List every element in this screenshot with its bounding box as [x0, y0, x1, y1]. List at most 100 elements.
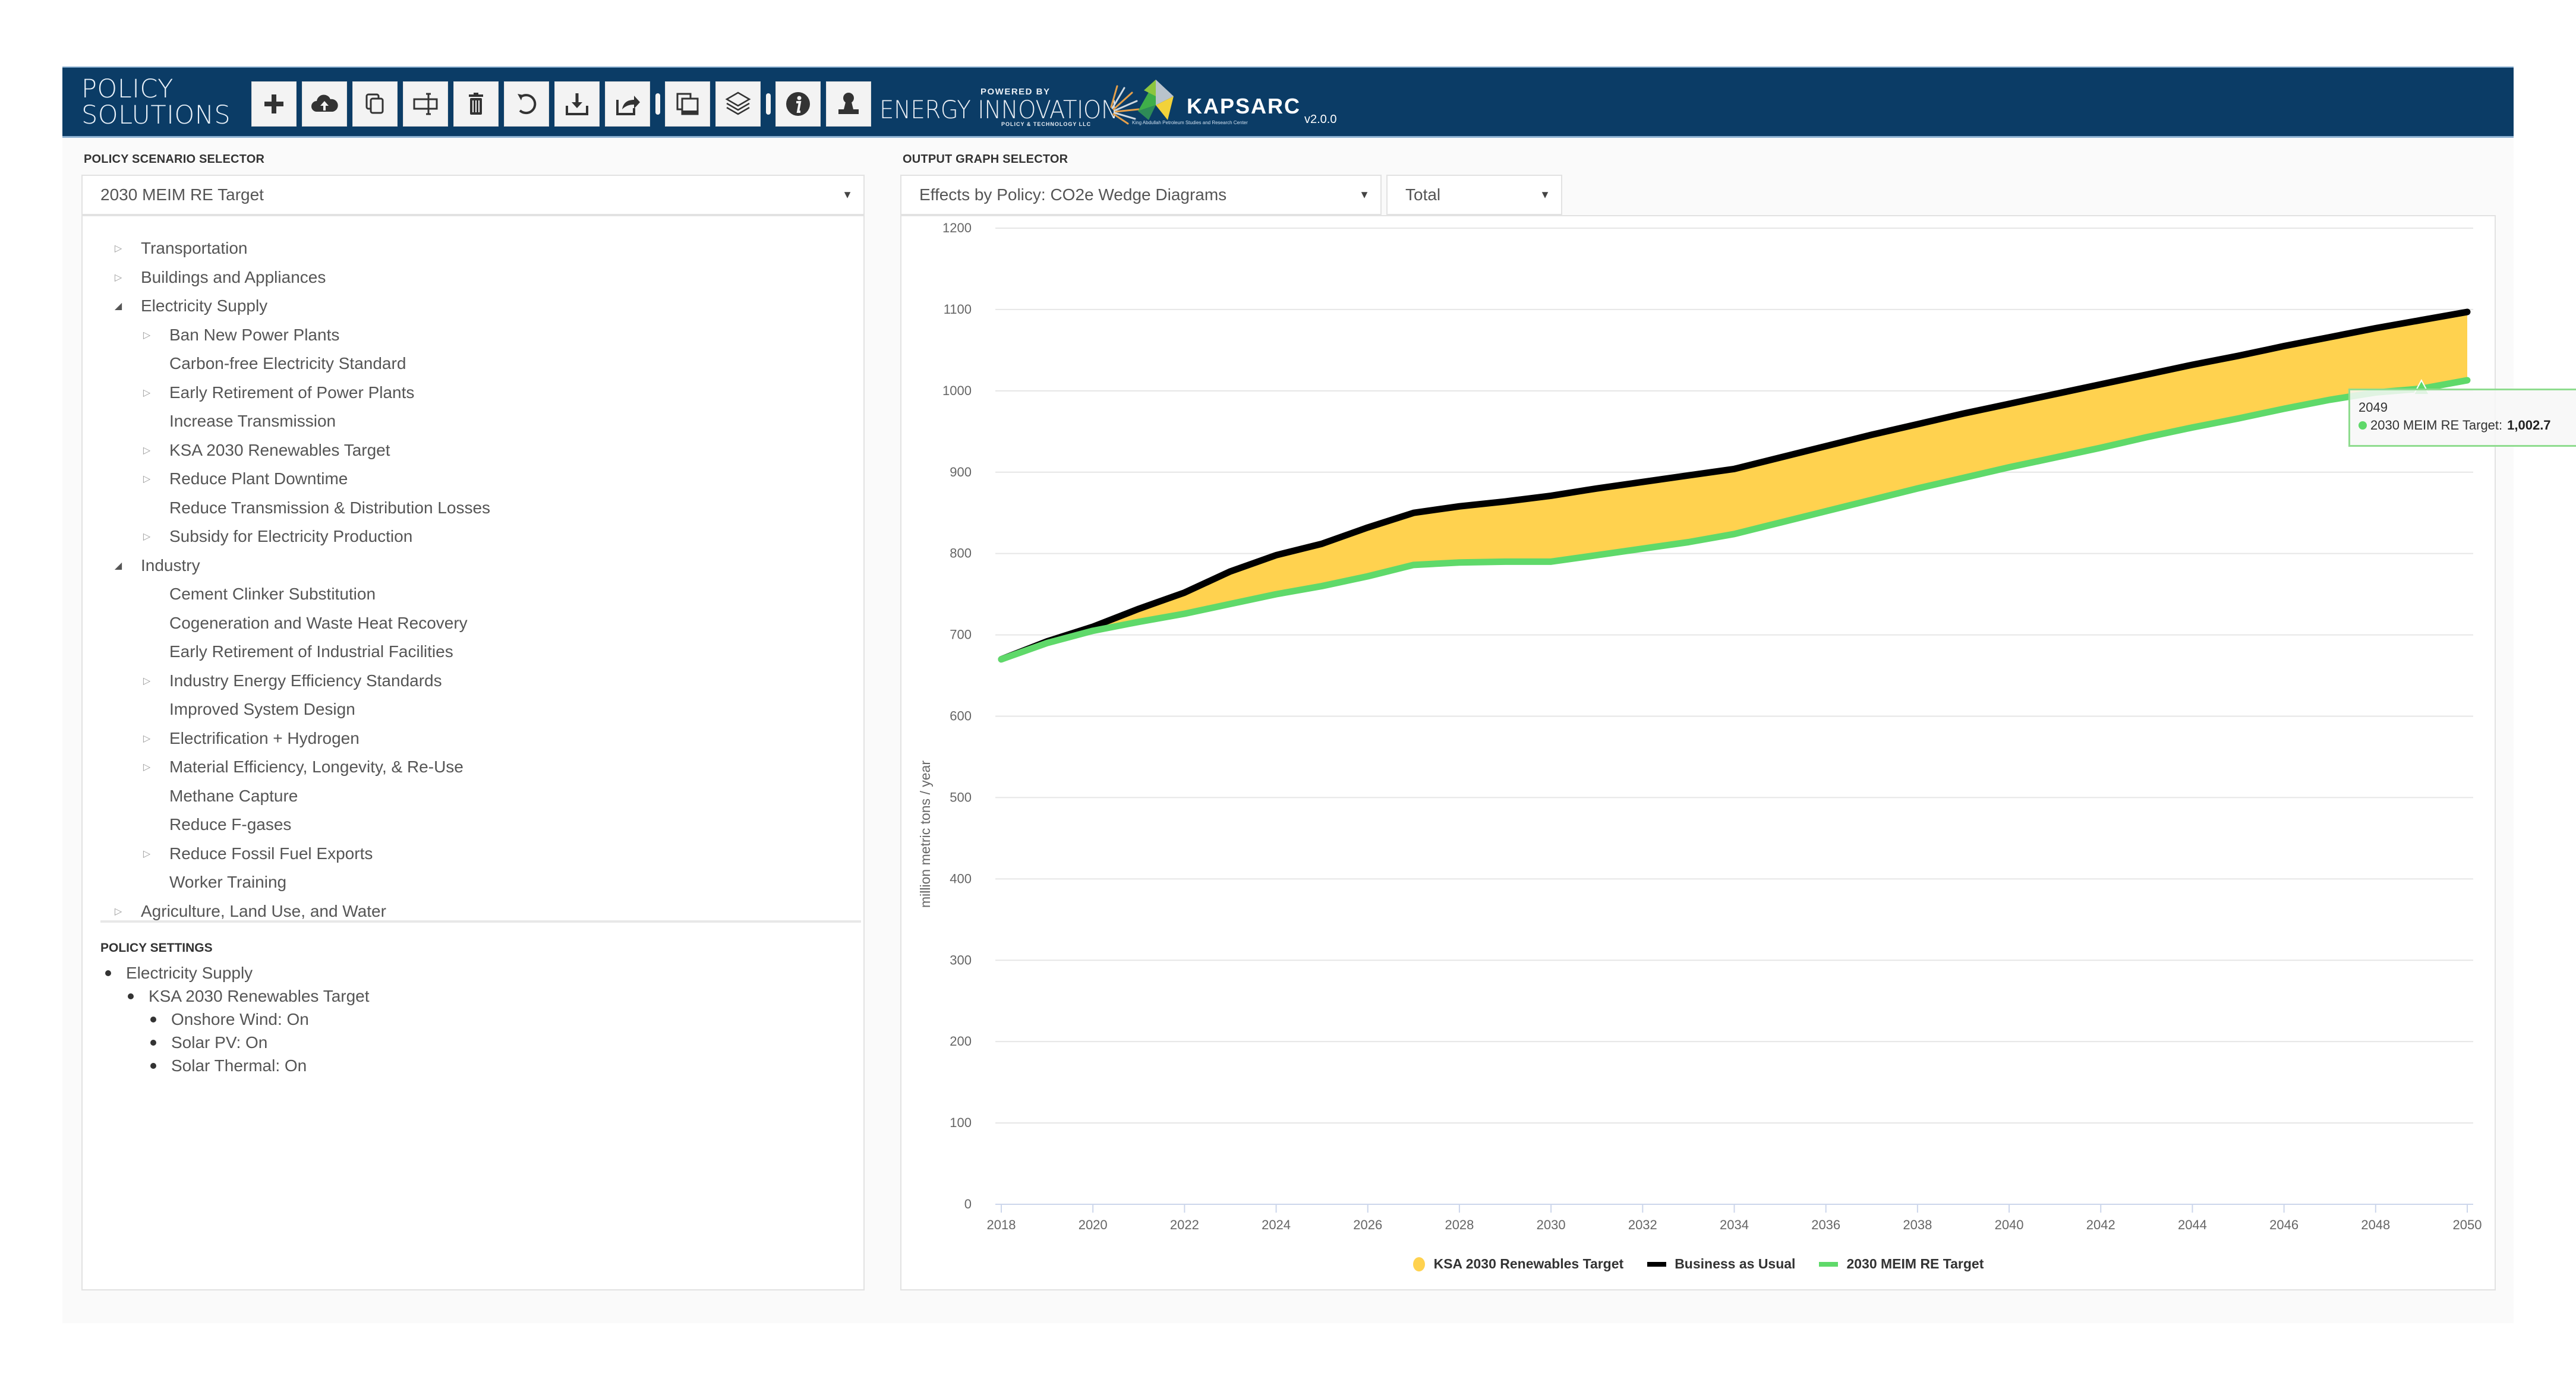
- legend-label: Business as Usual: [1675, 1256, 1796, 1271]
- tree-item[interactable]: Cogeneration and Waste Heat Recovery: [141, 609, 468, 637]
- tree-item[interactable]: ▷ Electrification + Hydrogen: [141, 724, 360, 753]
- tree-item[interactable]: ◢ Industry: [112, 551, 200, 580]
- collapsed-caret-icon[interactable]: ▷: [112, 905, 124, 917]
- brand-logo[interactable]: POLICY SOLUTIONS: [81, 76, 231, 128]
- bullet-icon: [150, 1017, 156, 1022]
- tree-item-label: Early Retirement of Power Plants: [169, 383, 415, 402]
- tree-item[interactable]: ▷ Subsidy for Electricity Production: [141, 522, 412, 551]
- settings-item-label: Electricity Supply: [126, 964, 253, 982]
- legend-item-ksa-target[interactable]: KSA 2030 Renewables Target: [1412, 1256, 1623, 1272]
- tree-item-label: Methane Capture: [169, 786, 298, 805]
- copy-icon: [365, 93, 384, 114]
- tree-item[interactable]: Early Retirement of Industrial Facilitie…: [141, 637, 453, 666]
- brand-line-2: SOLUTIONS: [81, 100, 231, 130]
- legend-item-meim-target[interactable]: 2030 MEIM RE Target: [1819, 1256, 1984, 1272]
- x-tick-label: 2026: [1353, 1217, 1382, 1232]
- policy-tree[interactable]: ▷ Transportation ▷ Buildings and Appliances…: [83, 234, 863, 920]
- expanded-caret-icon[interactable]: ◢: [112, 560, 124, 572]
- version-label: v2.0.0: [1304, 113, 1337, 126]
- tree-item[interactable]: Worker Training: [141, 868, 286, 897]
- tree-item-label: Buildings and Appliances: [141, 267, 326, 286]
- tree-item-label: Carbon-free Electricity Standard: [169, 354, 406, 373]
- settings-item: Solar PV: On: [150, 1033, 267, 1052]
- tree-item-label: Improved System Design: [169, 700, 355, 718]
- tree-item[interactable]: ▷ Agriculture, Land Use, and Water: [112, 897, 386, 921]
- collapsed-caret-icon[interactable]: ▷: [141, 733, 153, 744]
- expanded-caret-icon[interactable]: ◢: [112, 300, 124, 312]
- tree-item[interactable]: ▷ Reduce Plant Downtime: [141, 465, 348, 493]
- info-button[interactable]: [775, 81, 821, 127]
- reset-button[interactable]: [504, 81, 549, 127]
- legend-label: 2030 MEIM RE Target: [1846, 1256, 1984, 1271]
- tree-item-label: Electricity Supply: [141, 296, 268, 315]
- tree-item[interactable]: Increase Transmission: [141, 407, 336, 435]
- graph-type-value: Effects by Policy: CO2e Wedge Diagrams: [919, 185, 1227, 204]
- settings-item: Solar Thermal: On: [150, 1056, 307, 1075]
- legend-swatch-ellipse: [1412, 1257, 1425, 1271]
- x-tick-label: 2024: [1262, 1217, 1291, 1232]
- y-tick-label: 600: [950, 709, 972, 724]
- collapsed-caret-icon[interactable]: ▷: [112, 242, 124, 254]
- tree-item[interactable]: ▷ Transportation: [112, 234, 248, 263]
- top-bar: POLICY SOLUTIONS POWERED BY ENERGY INNOV…: [62, 67, 2514, 138]
- energy-innovation-name: ENERGY INNOVATION: [879, 95, 1118, 124]
- tree-item[interactable]: ◢ Electricity Supply: [112, 292, 267, 320]
- new-scenario-button[interactable]: [251, 81, 297, 127]
- collapsed-caret-icon[interactable]: ▷: [141, 473, 153, 485]
- tree-item[interactable]: ▷ KSA 2030 Renewables Target: [141, 436, 390, 465]
- x-tick-label: 2022: [1170, 1217, 1199, 1232]
- x-tick-label: 2034: [1720, 1217, 1749, 1232]
- tree-item[interactable]: ▷ Reduce Fossil Fuel Exports: [141, 840, 373, 868]
- tree-item-label: Early Retirement of Industrial Facilitie…: [169, 642, 453, 661]
- graph-type-select[interactable]: Effects by Policy: CO2e Wedge Diagrams ▼: [900, 175, 1382, 215]
- upload-button[interactable]: [302, 81, 347, 127]
- delete-button[interactable]: [453, 81, 499, 127]
- collapsed-caret-icon[interactable]: ▷: [141, 387, 153, 399]
- account-button[interactable]: [826, 81, 871, 127]
- graph-subset-select[interactable]: Total ▼: [1386, 175, 1562, 215]
- tooltip-value: 1,002.7: [2507, 418, 2551, 433]
- tree-item[interactable]: Reduce Transmission & Distribution Losse…: [141, 494, 490, 522]
- tree-item[interactable]: ▷ Material Efficiency, Longevity, & Re-Us…: [141, 753, 464, 781]
- tree-item[interactable]: Carbon-free Electricity Standard: [141, 349, 406, 378]
- toolbar-separator: [766, 93, 771, 115]
- tree-item[interactable]: ▷ Buildings and Appliances: [112, 263, 326, 292]
- collapsed-caret-icon[interactable]: ▷: [141, 675, 153, 687]
- tree-item[interactable]: Methane Capture: [141, 782, 298, 810]
- compare-button[interactable]: [665, 81, 710, 127]
- energy-innovation-logo: POWERED BY ENERGY INNOVATION POLICY & TE…: [879, 80, 1140, 127]
- legend-swatch-line: [1647, 1261, 1667, 1267]
- tree-item[interactable]: Cement Clinker Substitution: [141, 580, 376, 608]
- x-tick-label: 2040: [1995, 1217, 2024, 1232]
- tree-item[interactable]: ▷ Ban New Power Plants: [141, 321, 340, 349]
- collapsed-caret-icon[interactable]: ▷: [141, 848, 153, 860]
- collapsed-caret-icon[interactable]: ▷: [141, 531, 153, 542]
- settings-item: KSA 2030 Renewables Target: [128, 987, 370, 1006]
- collapsed-caret-icon[interactable]: ▷: [112, 272, 124, 283]
- copy-button[interactable]: [352, 81, 398, 127]
- layers-button[interactable]: [715, 81, 761, 127]
- chevron-down-icon: ▼: [1359, 188, 1370, 201]
- legend-swatch-line: [1819, 1261, 1839, 1267]
- tree-item[interactable]: ▷ Early Retirement of Power Plants: [141, 378, 415, 407]
- tree-item[interactable]: Improved System Design: [141, 695, 355, 724]
- collapsed-caret-icon[interactable]: ▷: [141, 444, 153, 456]
- collapsed-caret-icon[interactable]: ▷: [141, 329, 153, 341]
- download-button[interactable]: [554, 81, 600, 127]
- toolbar: [251, 81, 876, 127]
- bullet-icon: [128, 993, 134, 999]
- chart-panel: 0 100 200 300 400 500 600 700 800 900 1000 1100 1200…: [900, 215, 2576, 1290]
- share-button[interactable]: [605, 81, 650, 127]
- y-tick-label: 800: [950, 546, 972, 561]
- info-icon: [786, 92, 810, 116]
- legend-item-bau[interactable]: Business as Usual: [1647, 1256, 1795, 1272]
- tree-item[interactable]: Reduce F-gases: [141, 810, 291, 839]
- collapsed-caret-icon[interactable]: ▷: [141, 761, 153, 773]
- scenario-select[interactable]: 2030 MEIM RE Target ▼: [81, 175, 865, 215]
- settings-item-label: KSA 2030 Renewables Target: [149, 987, 370, 1005]
- chart-legend: KSA 2030 Renewables Target Business as U…: [901, 1256, 2495, 1272]
- bullet-icon: [150, 1040, 156, 1046]
- panel-divider[interactable]: [100, 920, 861, 923]
- tree-item[interactable]: ▷ Industry Energy Efficiency Standards: [141, 667, 442, 695]
- rename-button[interactable]: [403, 81, 448, 127]
